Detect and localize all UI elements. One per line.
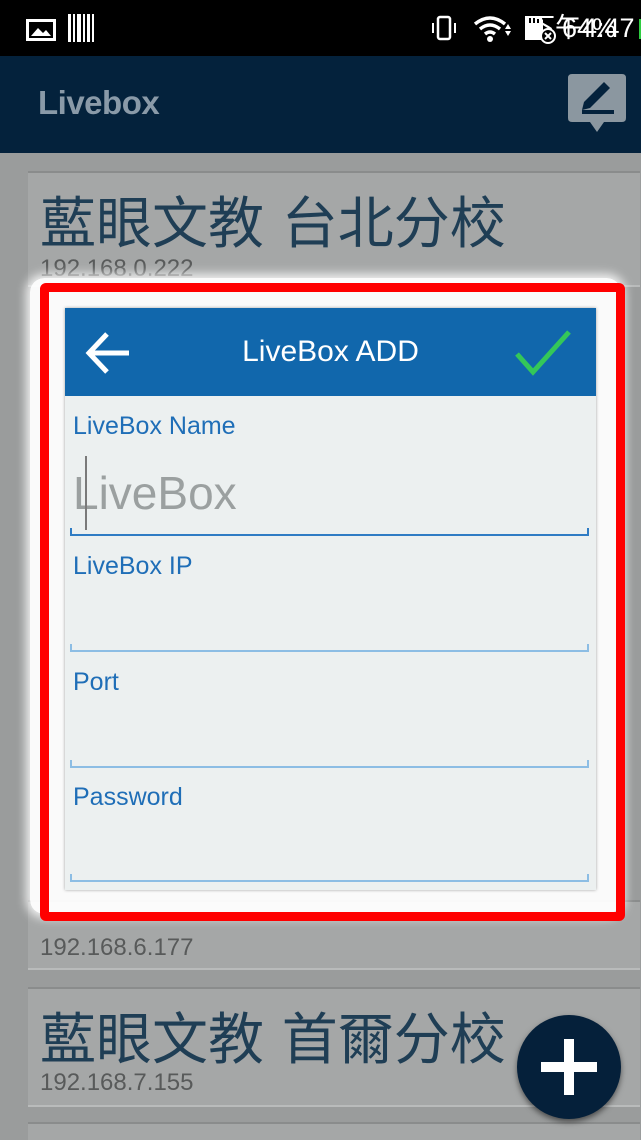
- back-arrow-icon[interactable]: [83, 328, 133, 378]
- add-livebox-fab[interactable]: [517, 1015, 621, 1119]
- app-bar: Livebox: [0, 56, 641, 153]
- list-item-ip: 192.168.6.177: [40, 934, 194, 961]
- port-label: Port: [73, 668, 119, 696]
- livebox-ip-underline: [70, 644, 589, 652]
- list-item-ip: 192.168.7.155: [40, 1069, 194, 1096]
- livebox-ip-input[interactable]: [73, 598, 583, 648]
- battery-charging-icon: [505, 14, 641, 42]
- barcode-icon: [68, 14, 94, 42]
- livebox-name-underline: [70, 528, 589, 536]
- password-underline: [70, 874, 589, 882]
- vibrate-icon: [430, 14, 458, 42]
- app-title: Livebox: [38, 84, 160, 121]
- livebox-name-label: LiveBox Name: [73, 412, 236, 440]
- password-input[interactable]: [73, 826, 583, 876]
- checkmark-icon[interactable]: [513, 326, 573, 380]
- livebox-ip-label: LiveBox IP: [73, 552, 193, 580]
- edit-icon[interactable]: [566, 70, 628, 136]
- screen: 64% 下午4:47 Livebox 藍眼文教 台北分校 192.168.0.2…: [0, 0, 641, 1140]
- list-item[interactable]: [28, 1122, 640, 1140]
- status-bar: 64% 下午4:47: [0, 0, 641, 56]
- livebox-name-input[interactable]: [73, 456, 583, 530]
- list-item[interactable]: 藍眼文教 台北分校 192.168.0.222: [28, 171, 640, 287]
- port-underline: [70, 760, 589, 768]
- photo-icon: [26, 18, 56, 46]
- list-item-name: 藍眼文教 首爾分校: [40, 1008, 506, 1073]
- dialog-header: LiveBox ADD: [65, 308, 596, 396]
- plus-icon: [541, 1039, 597, 1095]
- livebox-add-dialog: LiveBox ADD LiveBox Name LiveBox IP Port…: [65, 308, 596, 890]
- status-time: 下午4:47: [528, 13, 635, 43]
- text-cursor: [85, 456, 87, 530]
- password-label: Password: [73, 783, 183, 811]
- list-item-name: 藍眼文教 台北分校: [40, 192, 506, 257]
- port-input[interactable]: [73, 712, 583, 762]
